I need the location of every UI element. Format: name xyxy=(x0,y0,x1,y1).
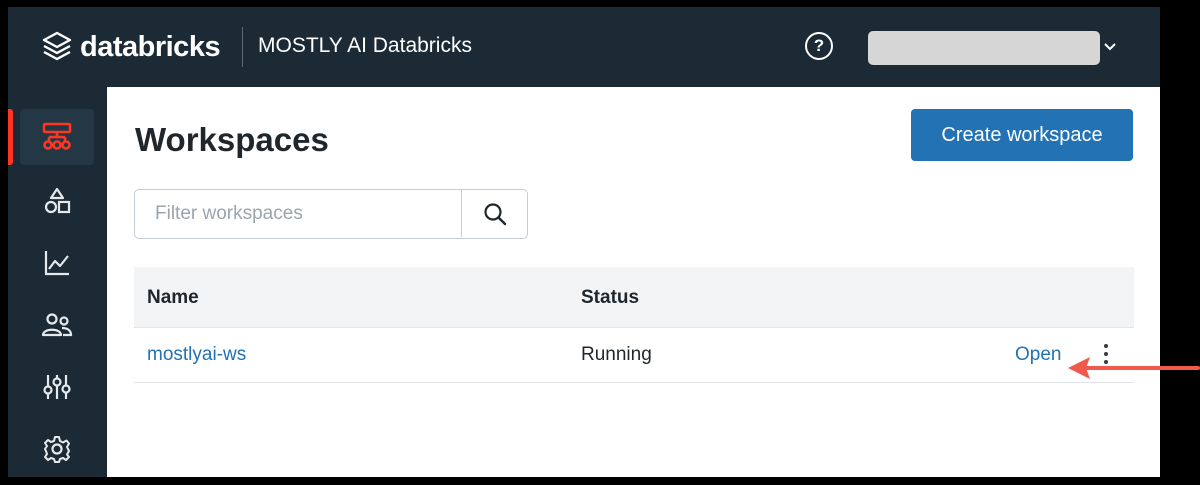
kebab-dot xyxy=(1104,344,1108,348)
sidebar-item-workspaces[interactable] xyxy=(20,109,94,165)
help-icon[interactable]: ? xyxy=(805,32,833,60)
page-title: Workspaces xyxy=(135,121,329,158)
sidebar-item-charts[interactable] xyxy=(20,235,94,291)
chevron-down-icon[interactable] xyxy=(1102,39,1118,55)
annotation-arrow-icon xyxy=(1068,357,1200,379)
workspaces-icon xyxy=(42,122,72,150)
topbar-divider xyxy=(242,27,243,67)
sidebar-item-settings[interactable] xyxy=(20,421,94,477)
databricks-logo[interactable]: databricks xyxy=(42,29,221,65)
shapes-icon xyxy=(44,187,71,214)
user-menu[interactable] xyxy=(868,31,1100,65)
workspaces-table: Name Status mostlyai-ws Running Open xyxy=(134,267,1134,383)
main-content: Workspaces Create workspace Name Status … xyxy=(107,87,1160,477)
users-icon xyxy=(41,313,73,337)
workspace-name: MOSTLY AI Databricks xyxy=(258,34,472,57)
databricks-logo-icon xyxy=(42,31,72,61)
app-window: databricks MOSTLY AI Databricks ? Worksp… xyxy=(8,7,1160,477)
create-workspace-button[interactable]: Create workspace xyxy=(911,109,1133,161)
workspace-status: Running xyxy=(581,344,652,365)
gear-icon xyxy=(44,436,70,463)
filter-workspaces-input[interactable] xyxy=(135,190,461,237)
filter-box xyxy=(134,189,528,239)
search-icon xyxy=(483,202,506,225)
column-header-name[interactable]: Name xyxy=(147,287,199,309)
sidebar-item-users[interactable] xyxy=(20,297,94,353)
sidebar xyxy=(8,87,107,477)
active-indicator xyxy=(8,109,13,165)
column-header-status[interactable]: Status xyxy=(581,287,639,309)
sliders-icon xyxy=(43,375,71,399)
search-button[interactable] xyxy=(461,190,527,237)
top-bar: databricks MOSTLY AI Databricks ? xyxy=(8,7,1160,87)
table-header: Name Status xyxy=(134,267,1134,328)
table-row: mostlyai-ws Running Open xyxy=(134,328,1134,383)
sidebar-item-settings-sliders[interactable] xyxy=(20,359,94,415)
sidebar-item-shapes[interactable] xyxy=(20,173,94,229)
open-workspace-link[interactable]: Open xyxy=(1015,344,1061,366)
chart-icon xyxy=(44,251,69,276)
logo-text: databricks xyxy=(80,30,221,63)
workspace-name-link[interactable]: mostlyai-ws xyxy=(147,344,246,366)
